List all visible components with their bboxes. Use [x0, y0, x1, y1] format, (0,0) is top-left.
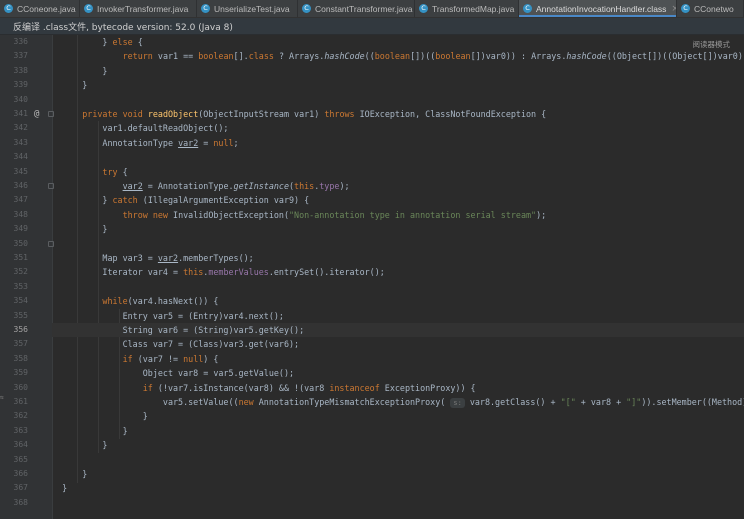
tab-invokertransformer[interactable]: C InvokerTransformer.java: [80, 0, 197, 17]
tab-label: ConstantTransformer.java: [315, 3, 413, 14]
tab-label: TransformedMap.java: [432, 3, 515, 14]
code-line: } else {: [52, 37, 143, 47]
tab-cconetwo[interactable]: C CConetwo: [677, 0, 744, 17]
code-line: try {: [102, 166, 128, 177]
reader-mode-button[interactable]: 阅读器模式: [693, 39, 731, 50]
line-number: 365: [13, 454, 28, 464]
editor-tab-bar: C CConeone.java C InvokerTransformer.jav…: [0, 0, 744, 18]
code-line: throw new InvalidObjectException("Non-an…: [122, 209, 547, 220]
tab-annotationinvocationhandler[interactable]: C AnnotationInvocationHandler.class ×: [519, 0, 677, 17]
line-number: 341: [13, 109, 28, 118]
line-number: 342: [13, 123, 28, 133]
code-line: if (var7 != null) {: [122, 353, 219, 364]
code-line: }: [52, 411, 148, 422]
line-number: 353: [13, 281, 28, 291]
code-line: }: [52, 469, 88, 479]
line-number: 343: [13, 137, 28, 147]
tab-label: CConetwo: [694, 3, 734, 14]
code-line: }: [52, 80, 88, 91]
line-number: 339: [13, 80, 28, 90]
line-number: 362: [13, 411, 28, 421]
class-icon: C: [523, 4, 532, 13]
code-line: var1.defaultReadObject();: [52, 123, 229, 134]
line-number: 349: [13, 224, 28, 234]
line-number: 361: [13, 397, 28, 406]
line-number: 345: [13, 166, 28, 176]
code-line-current: String var6 = (String)var5.getKey();: [52, 323, 744, 337]
code-line: Map var3 = var2.memberTypes();: [52, 253, 254, 263]
code-line: Iterator var4 = this.memberValues.entryS…: [52, 267, 385, 278]
line-number: 338: [13, 65, 28, 75]
line-number: 340: [13, 94, 28, 104]
line-number: 347: [13, 195, 28, 205]
code-line: private void readObject(ObjectInputStrea…: [82, 109, 547, 119]
line-number: 350: [13, 238, 28, 248]
line-number: 364: [13, 440, 28, 450]
decompiled-notice-bar: 反编译 .class文件, bytecode version: 52.0 (Ja…: [0, 18, 744, 35]
collapse-icon[interactable]: ⇆: [0, 394, 4, 401]
tab-label: UnserializeTest.java: [214, 3, 290, 14]
line-number: 359: [13, 368, 28, 378]
tab-unserializetest[interactable]: C UnserializeTest.java: [197, 0, 298, 17]
tab-label: InvokerTransformer.java: [97, 3, 189, 14]
line-number: 357: [13, 339, 28, 349]
tab-label: AnnotationInvocationHandler.class: [536, 3, 667, 14]
code-line: Entry var5 = (Entry)var4.next();: [52, 310, 284, 321]
line-number: 351: [13, 253, 28, 262]
tab-cconeone[interactable]: C CConeone.java: [0, 0, 80, 17]
code-line: } catch (IllegalArgumentException var9) …: [52, 195, 310, 206]
code-line: }: [52, 483, 68, 494]
line-number: 348: [13, 209, 28, 219]
tab-transformedmap[interactable]: C TransformedMap.java: [415, 0, 519, 17]
line-number-gutter: 336 337 338 339 340 341 342 343 344 345 …: [0, 35, 54, 519]
override-marker-icon[interactable]: @: [34, 107, 39, 121]
parameter-hint: s:: [450, 398, 465, 408]
decompiled-notice-text: 反编译 .class文件, bytecode version: 52.0 (Ja…: [13, 23, 233, 33]
tab-label: CConeone.java: [17, 3, 76, 14]
line-number: 358: [13, 353, 28, 363]
line-number: 360: [13, 382, 28, 392]
class-icon: C: [419, 4, 428, 13]
line-number-current: 356: [13, 325, 28, 334]
class-icon: C: [681, 4, 690, 13]
line-number: 363: [13, 425, 28, 435]
class-icon: C: [201, 4, 210, 13]
code-line: return var1 == boolean[].class ? Arrays.…: [122, 51, 744, 62]
class-icon: C: [4, 4, 13, 13]
code-line: }: [52, 224, 108, 235]
line-number: 368: [13, 497, 28, 507]
line-number: 344: [13, 152, 28, 162]
code-line: AnnotationType var2 = null;: [52, 137, 239, 148]
code-line: }: [52, 440, 108, 451]
code-line: Class var7 = (Class)var3.get(var6);: [52, 339, 300, 350]
code-line: var5.setValue((new AnnotationTypeMismatc…: [52, 397, 744, 408]
line-number: 337: [13, 51, 28, 61]
line-number: 352: [13, 267, 28, 277]
code-line: while(var4.hasNext()) {: [102, 296, 219, 307]
code-line: }: [52, 425, 128, 436]
code-line: if (!var7.isInstance(var8) && !(var8 ins…: [142, 382, 476, 393]
line-number: 336: [13, 37, 28, 46]
line-number: 355: [13, 310, 28, 320]
editor-window: C CConeone.java C InvokerTransformer.jav…: [0, 0, 744, 519]
line-number: 366: [13, 469, 28, 478]
class-icon: C: [84, 4, 93, 13]
class-icon: C: [302, 4, 311, 13]
line-number: 346: [13, 181, 28, 190]
code-editor[interactable]: } else { return var1 == boolean[].class …: [52, 35, 744, 519]
code-line: }: [52, 65, 108, 76]
line-number: 367: [13, 483, 28, 493]
code-line: var2 = AnnotationType.getInstance(this.t…: [122, 181, 350, 191]
tab-constanttransformer[interactable]: C ConstantTransformer.java: [298, 0, 415, 17]
code-line: Object var8 = var5.getValue();: [52, 368, 295, 379]
line-number: 354: [13, 296, 28, 306]
